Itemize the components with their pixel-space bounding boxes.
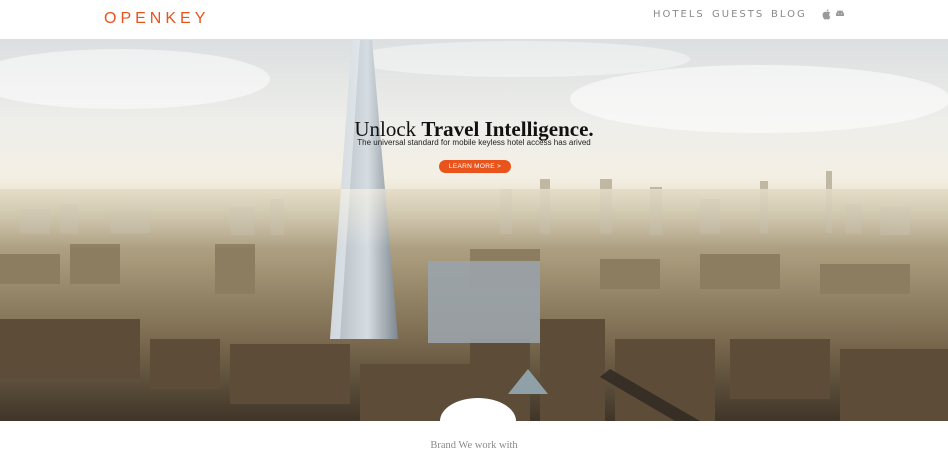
android-icon[interactable] — [834, 8, 846, 20]
nav-link-hotels[interactable]: HOTELS — [653, 9, 705, 20]
openkey-logo[interactable]: OPENKEY — [104, 10, 209, 28]
hero-subtitle: The universal standard for mobile keyles… — [357, 138, 591, 147]
learn-more-button[interactable]: LEARN MORE > — [439, 160, 511, 173]
brands-caption: Brand We work with — [430, 440, 518, 451]
apple-icon[interactable] — [821, 8, 833, 20]
nav-link-blog[interactable]: BLOG — [771, 9, 807, 20]
hero-section: Unlock Travel Intelligence. The universa… — [0, 39, 948, 421]
top-navigation-bar: OPENKEY HOTELS GUESTS BLOG — [0, 0, 948, 39]
city-skyline-photo — [0, 39, 948, 421]
nav-link-guests[interactable]: GUESTS — [712, 9, 764, 20]
